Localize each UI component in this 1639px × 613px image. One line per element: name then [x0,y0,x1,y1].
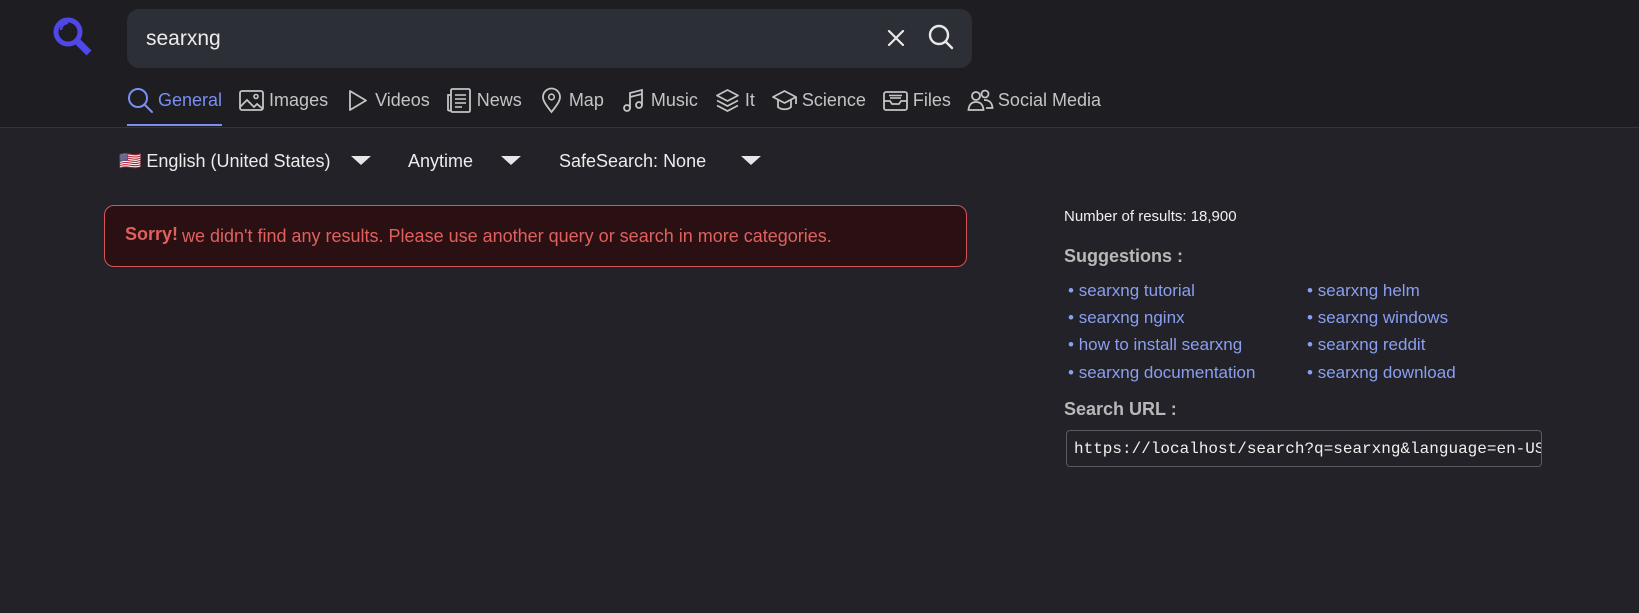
alert-message: we didn't find any results. Please use a… [182,226,832,246]
suggestion-text: searxng helm [1317,281,1420,300]
tab-social-media[interactable]: Social Media [967,88,1101,126]
search-url-box [1066,430,1542,467]
time-range-select[interactable]: Anytime [408,150,530,176]
suggestion-text: searxng windows [1317,308,1449,327]
search-box [127,9,972,68]
tab-label: Images [269,90,329,110]
tab-music[interactable]: Music [620,88,698,126]
suggestion-text: searxng download [1317,363,1456,382]
tab-label: Videos [375,90,430,110]
safesearch-select[interactable]: SafeSearch: None [559,150,769,176]
safesearch-select-value: SafeSearch: None [559,151,707,171]
tab-videos[interactable]: Videos [344,88,430,126]
tab-label: General [158,90,223,110]
tab-label: Science [801,90,866,110]
suggestion-link[interactable]: • searxng nginx [1068,308,1185,328]
suggestion-link[interactable]: • how to install searxng [1068,335,1242,355]
chevron-down-icon [351,156,371,165]
suggestion-text: searxng documentation [1078,363,1256,382]
suggestion-link[interactable]: • searxng tutorial [1068,281,1195,301]
inbox-icon [882,87,909,114]
tab-label: Social Media [997,90,1101,110]
graduation-cap-icon [771,87,798,114]
search-icon [127,87,154,114]
tab-label: News [476,90,522,110]
tab-general[interactable]: General [127,87,223,126]
suggestion-text: searxng nginx [1078,308,1185,327]
suggestion-link[interactable]: • searxng documentation [1068,363,1255,383]
search-input[interactable] [146,9,796,68]
number-of-results: Number of results: 18,900 [1064,208,1237,225]
newspaper-icon [446,87,473,114]
language-select[interactable]: 🇺🇸 English (United States) [119,150,374,176]
suggestions-title: Suggestions : [1064,246,1184,266]
alert-title: Sorry! [125,224,179,244]
suggestion-link[interactable]: • searxng reddit [1307,335,1425,355]
suggestion-text: searxng tutorial [1078,281,1195,300]
search-url-field[interactable] [1074,431,1541,466]
people-icon [967,87,994,114]
no-results-alert: Sorry! we didn't find any results. Pleas… [104,205,967,267]
suggestion-link[interactable]: • searxng helm [1307,281,1420,301]
language-select-value: 🇺🇸 English (United States) [119,151,331,171]
magnifier-logo-icon[interactable] [52,16,98,60]
map-pin-icon [538,87,565,114]
chevron-down-icon [501,156,521,165]
layers-icon [714,87,741,114]
tab-label: It [744,90,755,110]
tab-map[interactable]: Map [538,87,604,126]
time-range-select-value: Anytime [408,151,474,171]
image-icon [238,87,265,114]
tab-files[interactable]: Files [882,88,951,126]
music-note-icon [620,87,647,114]
tab-news[interactable]: News [446,88,522,126]
suggestion-link[interactable]: • searxng download [1307,363,1456,383]
close-icon[interactable] [884,26,908,50]
category-tabs: General Images Videos News Map Music It … [127,87,1117,127]
header-bar: General Images Videos News Map [0,0,1639,128]
search-url-title: Search URL : [1064,399,1177,419]
suggestion-text: searxng reddit [1317,335,1426,354]
search-icon[interactable] [927,23,955,51]
tab-images[interactable]: Images [238,88,328,126]
chevron-down-icon [741,156,761,165]
tab-label: Files [912,90,951,110]
tab-science[interactable]: Science [771,88,866,126]
tab-label: Music [650,90,698,110]
tab-label: Map [568,90,604,110]
play-icon [344,87,371,114]
suggestion-link[interactable]: • searxng windows [1307,308,1448,328]
tab-it[interactable]: It [714,88,755,126]
suggestion-text: how to install searxng [1078,335,1243,354]
